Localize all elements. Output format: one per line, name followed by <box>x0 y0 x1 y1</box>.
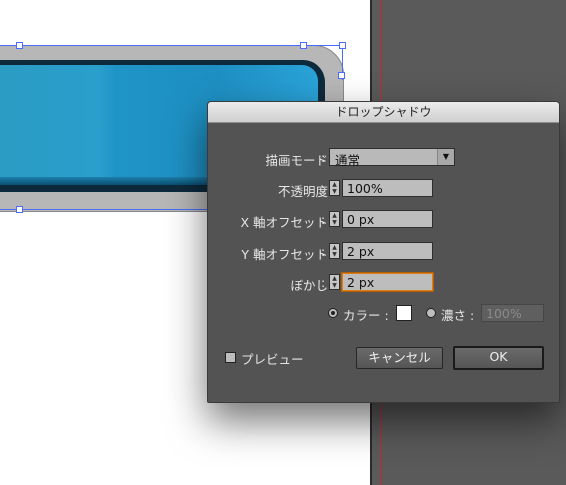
blend-mode-value: 通常 <box>335 153 361 168</box>
x-offset-row: X 軸オフセット : ▲ ▼ 0 px <box>208 210 559 230</box>
colon: : <box>321 150 326 165</box>
y-offset-label: Y 軸オフセット <box>241 247 328 262</box>
darkness-radio[interactable] <box>426 308 436 318</box>
cancel-button[interactable]: キャンセル <box>356 347 443 369</box>
x-offset-input[interactable]: 0 px <box>342 210 433 228</box>
selection-handle[interactable] <box>16 42 23 49</box>
darkness-label: 濃さ : <box>441 308 475 323</box>
colon: : <box>321 181 326 196</box>
blend-mode-row: 描画モード : 通常 ▼ <box>208 148 559 168</box>
preview-checkbox[interactable] <box>225 352 236 363</box>
ok-button[interactable]: OK <box>453 346 544 370</box>
opacity-stepper[interactable]: ▲ ▼ <box>329 180 340 196</box>
blur-stepper[interactable]: ▲ ▼ <box>329 274 340 290</box>
selection-handle[interactable] <box>338 72 345 79</box>
selection-handle[interactable] <box>16 206 23 213</box>
colon: : <box>321 212 326 227</box>
x-offset-label: X 軸オフセット <box>240 215 328 230</box>
y-offset-stepper[interactable]: ▲ ▼ <box>329 243 340 259</box>
blend-mode-select[interactable]: 通常 ▼ <box>329 148 455 168</box>
opacity-row: 不透明度 : ▲ ▼ 100% <box>208 179 559 199</box>
selection-handle[interactable] <box>339 42 346 49</box>
shadow-color-swatch[interactable] <box>396 305 412 321</box>
drop-shadow-dialog: ドロップシャドウ 描画モード : 通常 ▼ 不透明度 : ▲ ▼ 100% X 軸… <box>207 101 560 403</box>
blur-row: ぼかし : ▲ ▼ 2 px <box>208 273 559 293</box>
blur-input[interactable]: 2 px <box>342 273 433 291</box>
y-offset-input[interactable]: 2 px <box>342 242 433 260</box>
preview-label: プレビュー <box>241 352 304 367</box>
blend-mode-label: 描画モード <box>265 153 328 168</box>
selection-bound-top <box>0 45 342 46</box>
colon: : <box>321 244 326 259</box>
x-offset-stepper[interactable]: ▲ ▼ <box>329 211 340 227</box>
color-label: カラー : <box>343 308 389 323</box>
colon: : <box>321 275 326 290</box>
darkness-input[interactable]: 100% <box>481 304 544 322</box>
dialog-title[interactable]: ドロップシャドウ <box>208 102 559 123</box>
selection-handle[interactable] <box>300 42 307 49</box>
y-offset-row: Y 軸オフセット : ▲ ▼ 2 px <box>208 242 559 262</box>
opacity-input[interactable]: 100% <box>342 179 433 197</box>
chevron-down-icon: ▼ <box>437 149 454 165</box>
color-radio[interactable] <box>328 308 338 318</box>
